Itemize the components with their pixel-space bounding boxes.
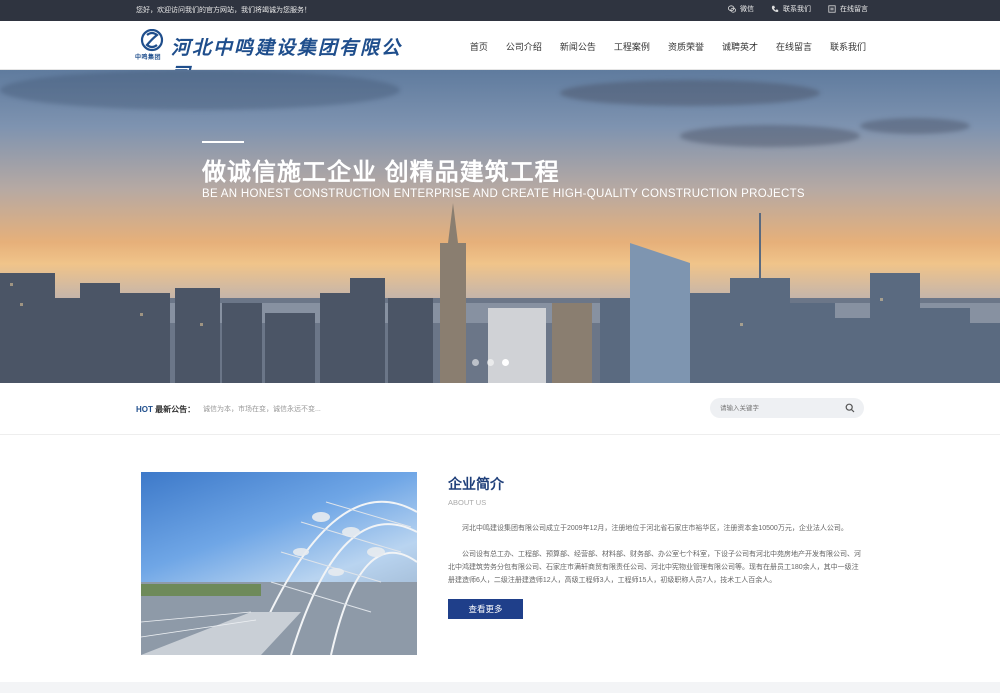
wechat-label: 微信 [740, 6, 754, 13]
about-paragraph-1: 河北中鸣建设集团有限公司成立于2009年12月，注册地位于河北省石家庄市裕华区，… [462, 525, 848, 532]
about-title-en: ABOUT US [448, 498, 487, 507]
cloud [680, 125, 860, 147]
hero-banner: 做诚信施工企业 创精品建筑工程 BE AN HONEST CONSTRUCTIO… [0, 70, 1000, 383]
search-box [710, 398, 864, 418]
about-photo [141, 472, 417, 655]
message-label: 在线留言 [840, 6, 868, 13]
nav-home[interactable]: 首页 [470, 40, 488, 53]
carousel-dot-active[interactable] [502, 359, 509, 366]
nav-news[interactable]: 新闻公告 [560, 40, 596, 53]
carousel-dot[interactable] [472, 359, 479, 366]
contact-label: 联系我们 [783, 6, 811, 13]
about-title: 企业简介 [448, 476, 504, 492]
notice-bar: HOT 最新公告： 诚信为本，市场在变，诚信永远不变... [0, 383, 1000, 435]
logo-mark-icon [140, 29, 164, 52]
carousel-dot[interactable] [487, 359, 494, 366]
contact-link[interactable]: 联系我们 [771, 4, 811, 14]
top-bar: 您好，欢迎访问我们的官方网站，我们将竭诚为您服务！ 微信 联系我们 在线留言 [0, 0, 1000, 21]
message-link[interactable]: 在线留言 [828, 4, 868, 14]
about-section: 企业简介 ABOUT US 河北中鸣建设集团有限公司成立于2009年12月，注册… [0, 435, 1000, 682]
hot-label: HOT 最新公告： [136, 404, 195, 415]
nav-careers[interactable]: 诚聘英才 [722, 40, 758, 53]
nav-about[interactable]: 公司介绍 [506, 40, 542, 53]
logo-subtitle: 中鸣集团 [135, 55, 162, 61]
nav-contact[interactable]: 联系我们 [830, 40, 866, 53]
welcome-text: 您好，欢迎访问我们的官方网站，我们将竭诚为您服务！ [136, 7, 311, 14]
notice-text[interactable]: 诚信为本，市场在变，诚信永远不变... [203, 404, 321, 414]
about-paragraph-2: 公司设有总工办、工程部、预算部、经营部、材料部、财务部、办公室七个科室，下设子公… [448, 551, 861, 584]
search-input[interactable] [720, 402, 840, 414]
cloud [0, 70, 400, 110]
site-header: 中鸣集团 河北中鸣建设集团有限公司 首页 公司介绍 新闻公告 工程案例 资质荣誉… [0, 21, 1000, 86]
cloud [560, 80, 820, 106]
city-skyline [0, 203, 1000, 383]
banner-title: 做诚信施工企业 创精品建筑工程 [202, 159, 560, 186]
banner-subtitle: BE AN HONEST CONSTRUCTION ENTERPRISE AND… [202, 188, 805, 200]
notice-title: 最新公告： [155, 405, 196, 414]
wechat-icon [728, 5, 736, 13]
bridge-image [141, 500, 417, 655]
nav-projects[interactable]: 工程案例 [614, 40, 650, 53]
message-icon [828, 5, 836, 13]
wechat-link[interactable]: 微信 [728, 4, 754, 14]
cloud [860, 118, 970, 134]
phone-icon [771, 5, 779, 12]
nav-messages[interactable]: 在线留言 [776, 40, 812, 53]
search-icon[interactable] [845, 403, 855, 413]
nav-honors[interactable]: 资质荣誉 [668, 40, 704, 53]
hot-badge: HOT [136, 405, 153, 414]
main-nav: 首页 公司介绍 新闻公告 工程案例 资质荣誉 诚聘英才 在线留言 联系我们 [470, 40, 866, 53]
footer-strip [0, 682, 1000, 693]
view-more-button[interactable]: 查看更多 [448, 599, 523, 619]
title-accent-line [202, 141, 244, 143]
company-logo[interactable]: 中鸣集团 河北中鸣建设集团有限公司 [135, 29, 405, 86]
carousel-dots [472, 359, 509, 366]
